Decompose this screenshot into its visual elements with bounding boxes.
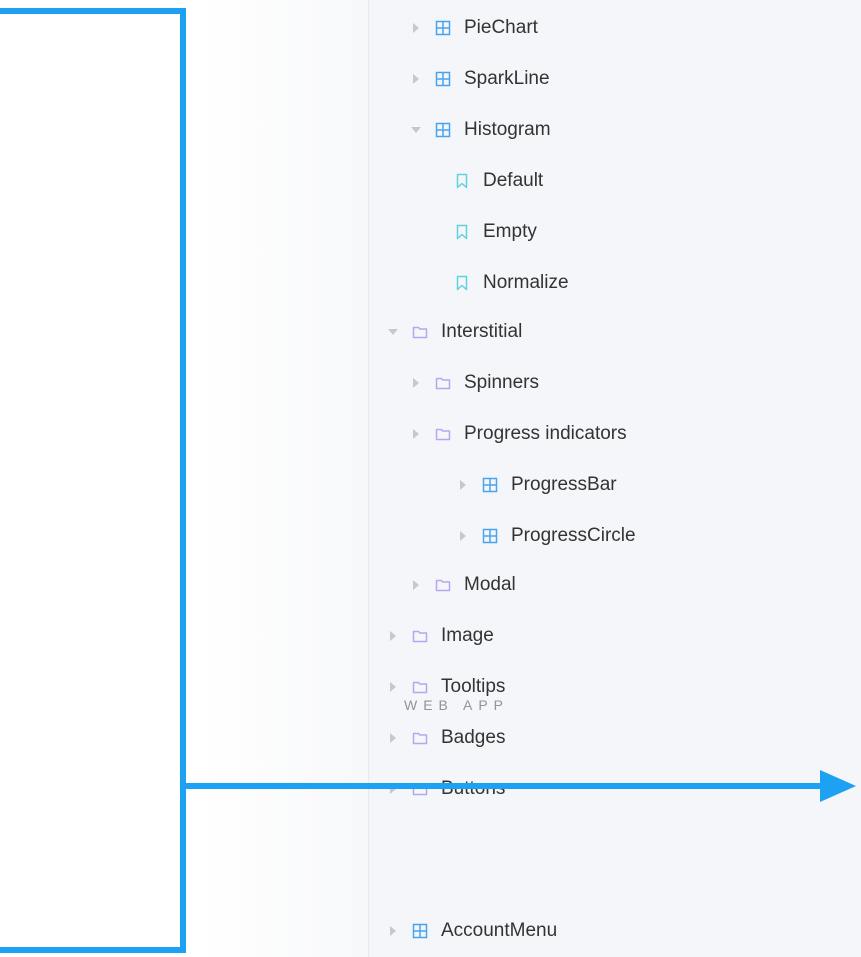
story-item-label: Default xyxy=(483,170,544,191)
component-icon xyxy=(435,122,451,138)
annotation-arrow-head-icon xyxy=(820,770,856,802)
tree-item-progresscircle[interactable]: ProgressCircle xyxy=(456,520,636,552)
tree-item-label: Tooltips xyxy=(441,676,506,697)
caret-right-icon[interactable] xyxy=(409,580,423,590)
caret-right-icon[interactable] xyxy=(409,23,423,33)
folder-icon xyxy=(412,628,428,644)
component-icon xyxy=(435,20,451,36)
annotation-arrow-line xyxy=(182,783,822,789)
tree-item-label: Modal xyxy=(464,574,516,595)
story-item-label: Empty xyxy=(483,221,537,242)
story-item-empty[interactable]: Empty xyxy=(454,216,537,248)
bookmark-icon xyxy=(454,224,470,240)
caret-right-icon[interactable] xyxy=(386,733,400,743)
tree-item-label: ProgressCircle xyxy=(511,525,636,546)
story-item-default[interactable]: Default xyxy=(454,165,543,197)
folder-icon xyxy=(435,577,451,593)
caret-right-icon[interactable] xyxy=(386,926,400,936)
tree-item-progressbar[interactable]: ProgressBar xyxy=(456,469,617,501)
caret-down-icon[interactable] xyxy=(386,329,400,335)
tree-item-accountmenu[interactable]: AccountMenu xyxy=(386,915,557,947)
caret-right-icon[interactable] xyxy=(386,631,400,641)
section-title-web-app: WEB APP xyxy=(404,697,510,713)
folder-icon xyxy=(435,375,451,391)
caret-right-icon[interactable] xyxy=(409,378,423,388)
folder-icon xyxy=(435,426,451,442)
annotation-bracket-bottom xyxy=(0,947,186,953)
tree-item-label: PieChart xyxy=(464,17,538,38)
bookmark-icon xyxy=(454,173,470,189)
folder-icon xyxy=(412,679,428,695)
story-item-normalize[interactable]: Normalize xyxy=(454,267,569,299)
folder-icon xyxy=(412,730,428,746)
tree-item-label: Spinners xyxy=(464,372,539,393)
annotation-bracket-top xyxy=(0,8,186,14)
caret-right-icon[interactable] xyxy=(456,531,470,541)
tree-item-label: SparkLine xyxy=(464,68,550,89)
component-icon xyxy=(482,528,498,544)
tree-item-label: Badges xyxy=(441,727,506,748)
caret-down-icon[interactable] xyxy=(409,127,423,133)
caret-right-icon[interactable] xyxy=(409,74,423,84)
tree-folder-spinners[interactable]: Spinners xyxy=(409,367,539,399)
tree-item-label: Image xyxy=(441,625,494,646)
component-icon xyxy=(482,477,498,493)
tree-item-histogram[interactable]: Histogram xyxy=(409,114,551,146)
tree-item-label: Interstitial xyxy=(441,321,523,342)
tree-folder-buttons[interactable]: Buttons xyxy=(386,773,505,805)
caret-right-icon[interactable] xyxy=(386,682,400,692)
annotation-bracket-vertical xyxy=(180,8,186,953)
component-icon xyxy=(435,71,451,87)
tree-folder-interstitial[interactable]: Interstitial xyxy=(386,316,522,348)
story-item-label: Normalize xyxy=(483,272,569,293)
tree-item-sparkline[interactable]: SparkLine xyxy=(409,63,550,95)
tree-item-label: Histogram xyxy=(464,119,551,140)
caret-right-icon[interactable] xyxy=(409,429,423,439)
tree-item-piechart[interactable]: PieChart xyxy=(409,12,538,44)
caret-right-icon[interactable] xyxy=(456,480,470,490)
tree-folder-badges[interactable]: Badges xyxy=(386,722,505,754)
tree-item-label: AccountMenu xyxy=(441,920,558,941)
tree-item-label: ProgressBar xyxy=(511,474,617,495)
folder-icon xyxy=(412,324,428,340)
tree-folder-modal[interactable]: Modal xyxy=(409,569,516,601)
tree-folder-progress-indicators[interactable]: Progress indicators xyxy=(409,418,627,450)
tree-item-label: Buttons xyxy=(441,778,505,800)
bookmark-icon xyxy=(454,275,470,291)
component-icon xyxy=(412,923,428,939)
tree-folder-image[interactable]: Image xyxy=(386,620,494,652)
tree-item-label: Progress indicators xyxy=(464,423,627,444)
